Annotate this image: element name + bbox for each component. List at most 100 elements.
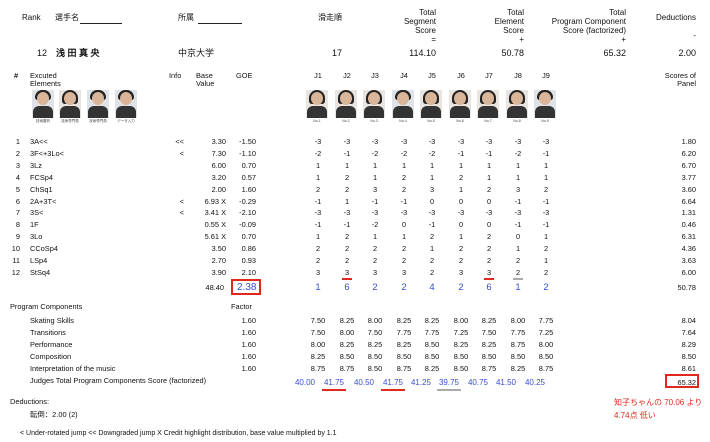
judge-goe: -1 (314, 196, 322, 206)
judge-goe: -1 (400, 196, 408, 206)
judge-pc-score: 8.25 (424, 364, 440, 373)
judge-header: J9 (542, 71, 550, 80)
element-number: 3 (15, 160, 20, 170)
element-base-value: 3.41 X (204, 208, 226, 218)
judge-goe: -1 (428, 220, 436, 230)
judge-goe: 2 (401, 184, 407, 194)
judge-pc-total: 39.75 (438, 378, 460, 387)
judge-goe: 2 (315, 184, 321, 194)
element-code: 3Lo (30, 232, 43, 242)
element-number: 8 (15, 220, 20, 230)
judge-goe: -3 (371, 137, 379, 146)
judge-goe: 1 (372, 160, 378, 170)
tes_label-line: Score (503, 26, 524, 35)
judge-photo (477, 90, 499, 118)
judge-header: J7 (485, 71, 493, 80)
judge-pc-total: 41.75 (382, 378, 404, 387)
judge-goe: 2 (515, 267, 521, 277)
element-goe: 0.70 (241, 160, 256, 170)
judge-goe: 1 (458, 160, 464, 170)
element-code: CCoSp4 (30, 244, 58, 254)
pcs_label-line: Total (609, 8, 626, 17)
judge-header: J6 (457, 71, 465, 80)
element-panel-score: 6.31 (681, 232, 696, 242)
judge-goe: 2 (344, 172, 350, 182)
pc-panel-score: 8.04 (681, 316, 696, 325)
judge-goe: 2 (515, 256, 521, 265)
tss_label-line: Score (415, 26, 436, 35)
col-goe: GOE (236, 71, 253, 80)
judge-goe: -1 (457, 148, 465, 158)
judge-goe: -1 (542, 148, 550, 158)
pc-panel-score: 8.29 (681, 340, 696, 349)
name-label: 選手名 (55, 13, 79, 22)
judge-goe: 1 (458, 184, 464, 194)
judge-goe: 1 (486, 172, 492, 182)
element-base-value: 2.00 (211, 184, 226, 194)
judge-goe-total: 2 (458, 282, 464, 293)
judge-goe: 0 (458, 196, 464, 206)
judge-header: J8 (514, 71, 522, 80)
judge-goe: 1 (515, 172, 521, 182)
judge-goe: 2 (344, 184, 350, 194)
judge-pc-score: 7.75 (538, 316, 554, 325)
judge-pc-score: 8.00 (310, 340, 326, 349)
club-label: 所属 (178, 13, 194, 22)
judge-goe: -1 (542, 220, 550, 230)
judge-pc-score: 8.75 (481, 364, 497, 373)
judge-goe: 1 (543, 172, 549, 182)
judge-goe: 2 (486, 244, 492, 254)
element-panel-score: 6.00 (681, 267, 696, 277)
judge-goe: -3 (428, 137, 436, 146)
judge-goe: -3 (343, 208, 351, 218)
judge-goe: -1 (514, 220, 522, 230)
skater-ded: 2.00 (678, 48, 696, 58)
pc-panel-score: 7.64 (681, 328, 696, 337)
element-panel-score: 3.63 (681, 256, 696, 265)
element-code: ChSq1 (30, 184, 53, 194)
judge-goe: 3 (429, 184, 435, 194)
element-goe: 0.93 (241, 256, 256, 265)
pcs_label-line: Score (factorized) (562, 26, 626, 35)
pc-name: Interpretation of the music (30, 364, 116, 373)
element-code: 3Lz (30, 160, 42, 170)
element-number: 9 (15, 232, 20, 242)
judge-pc-score: 7.75 (424, 328, 440, 337)
element-goe: -1.10 (239, 148, 256, 158)
judge-goe: 2 (486, 232, 492, 242)
element-panel-score: 6.70 (681, 160, 696, 170)
element-info: < (179, 196, 184, 206)
judge-goe: 3 (515, 184, 521, 194)
judge-goe: 2 (458, 256, 464, 265)
judge-goe: -3 (485, 137, 493, 146)
judge-photo (363, 90, 385, 118)
element-panel-score: 4.36 (681, 244, 696, 254)
judge-goe: 2 (429, 256, 435, 265)
element-panel-score: 6.20 (681, 148, 696, 158)
judge-goe: 1 (458, 232, 464, 242)
photo-caption: 技術専門員 (61, 119, 79, 123)
judge-pc-score: 8.75 (538, 364, 554, 373)
judge-goe: -3 (428, 208, 436, 218)
judge-goe: 1 (515, 160, 521, 170)
pc-factor: 1.60 (241, 352, 256, 361)
judge-goe: -1 (314, 220, 322, 230)
judge-goe: 3 (372, 184, 378, 194)
judge-goe: -3 (371, 208, 379, 218)
element-base-value: 0.55 X (204, 220, 226, 230)
photo-caption: 技術審判 (36, 119, 50, 123)
judge-goe: 0 (429, 196, 435, 206)
judge-goe: -2 (400, 148, 408, 158)
judge-goe: 1 (486, 160, 492, 170)
judge-pc-score: 8.50 (367, 352, 383, 361)
judge-pc-score: 8.25 (310, 352, 326, 361)
judge-goe: 3 (315, 267, 321, 277)
judge-goe: 0 (486, 196, 492, 206)
judge-photo (335, 90, 357, 118)
col-panel-2: Panel (677, 79, 696, 88)
judge-goe: -3 (343, 137, 351, 146)
judge-goe: 2 (315, 244, 321, 254)
element-number: 6 (15, 196, 20, 206)
judge-goe: 1 (372, 232, 378, 242)
judge-pc-score: 7.50 (367, 328, 383, 337)
